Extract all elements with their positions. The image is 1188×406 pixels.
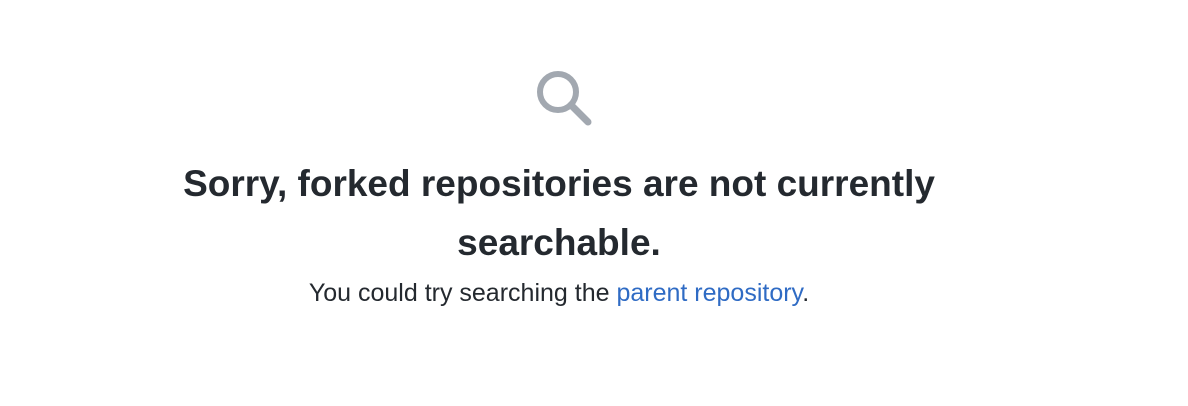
blankslate-title: Sorry, forked repositories are not curre… (183, 163, 935, 263)
message-prefix: You could try searching the (308, 279, 617, 307)
message-suffix: . (802, 279, 810, 307)
parent-repository-link[interactable]: parent repository (616, 279, 802, 307)
search-icon (537, 71, 592, 126)
blankslate: Sorry, forked repositories are not curre… (0, 0, 1118, 406)
blankslate-message: You could try searching the parent repos… (160, 276, 958, 310)
